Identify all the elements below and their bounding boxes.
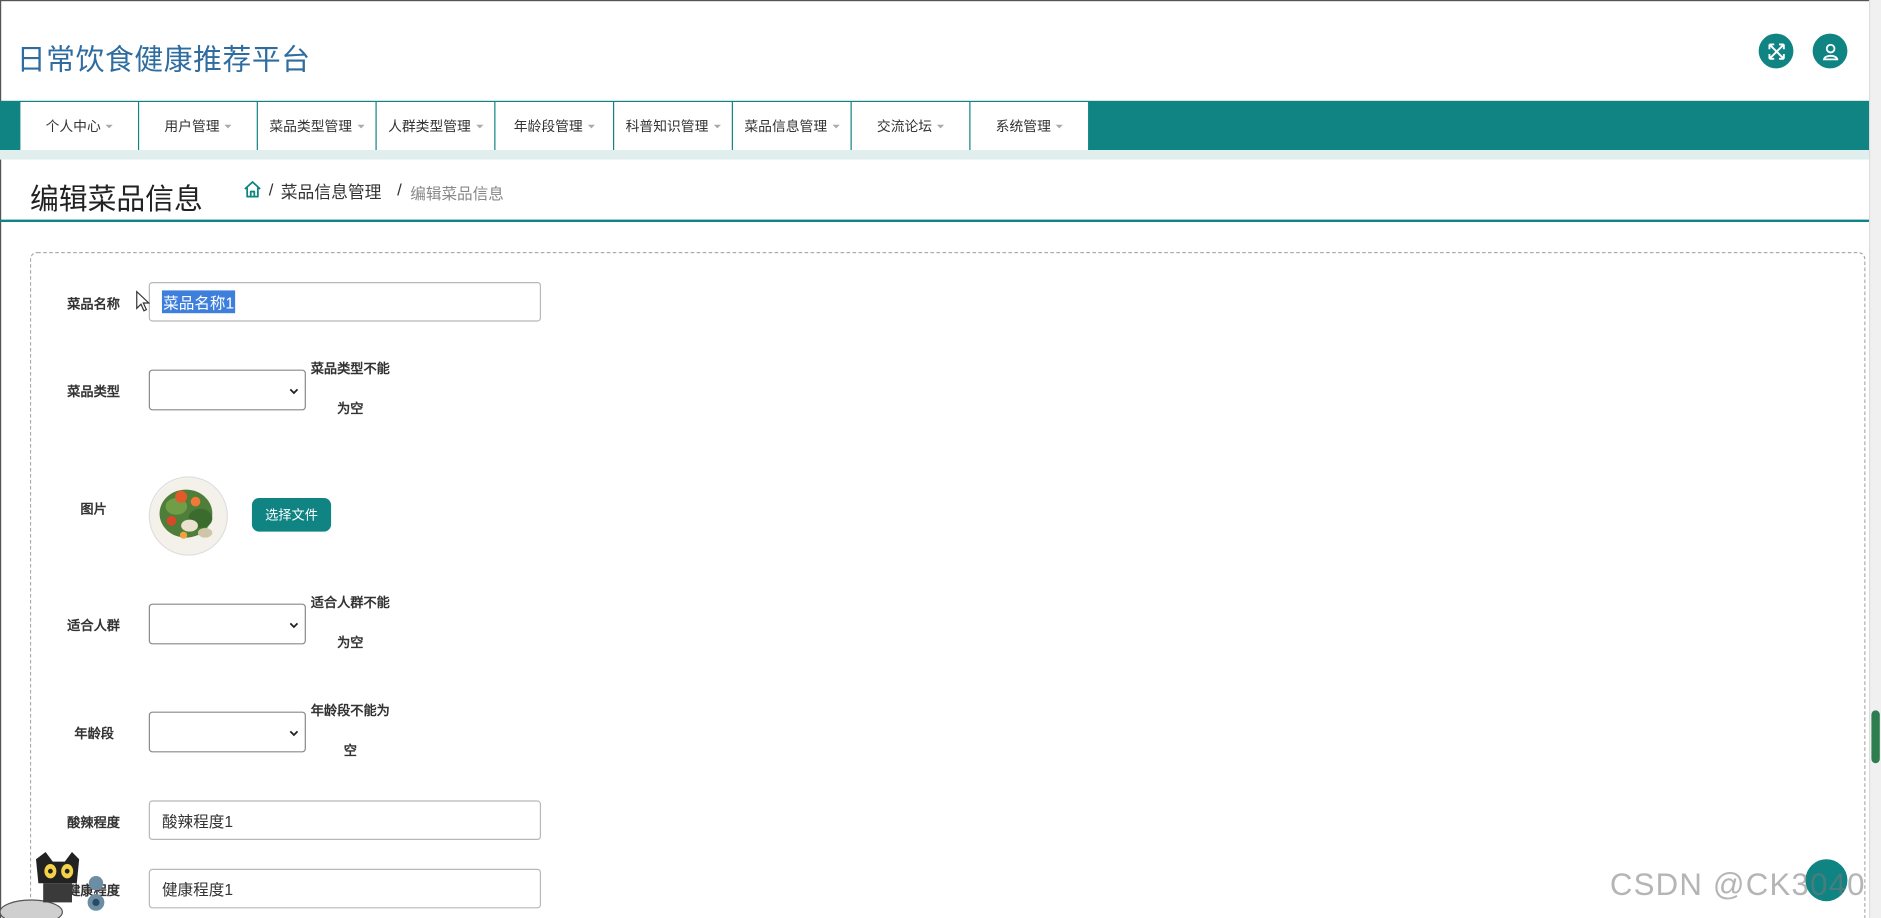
nav-label: 系统管理 [995,120,1051,135]
nav-item-system-management[interactable]: 系统管理 [970,102,1089,150]
crowd-select[interactable] [148,603,306,645]
breadcrumb-current: 编辑菜品信息 [410,184,504,203]
user-icon [1822,43,1838,60]
chevron-down-icon [289,388,299,395]
field-label-image: 图片 [80,502,107,518]
nav-item-dish-info-management[interactable]: 菜品信息管理 [732,102,851,150]
caret-down-icon [1055,124,1063,128]
scrollbar-thumb[interactable] [1871,710,1880,764]
nav-label: 人群类型管理 [388,120,471,135]
dish-type-select[interactable] [148,369,306,411]
field-label-age-group: 年龄段 [74,727,114,742]
dish-type-error-line1: 菜品类型不能 [310,362,390,377]
expand-arrows-icon [1767,42,1785,60]
salad-image [149,477,227,555]
title-divider [0,219,1870,223]
user-button[interactable] [1812,33,1848,69]
age-group-select[interactable] [148,711,306,753]
age-group-error-line1: 年龄段不能为 [310,704,390,719]
crowd-error-line1: 适合人群不能 [310,596,390,611]
nav-underline [0,150,1870,160]
caret-down-icon [936,124,945,128]
app-title: 日常饮食健康推荐平台 [16,44,311,77]
caret-down-icon [587,124,595,128]
caret-down-icon [475,124,483,128]
chevron-down-icon [289,622,299,629]
mascot-icon [0,852,105,918]
page-title: 编辑菜品信息 [29,183,203,217]
dish-name-value: 菜品名称1 [161,290,236,314]
caret-down-icon [356,124,365,128]
dish-name-input[interactable]: 菜品名称1 [148,282,542,322]
fullscreen-button[interactable] [1758,33,1794,69]
crowd-error-line2: 为空 [337,636,364,651]
chevron-down-icon [289,730,299,737]
nav-label: 菜品信息管理 [744,120,828,135]
health-level-input[interactable]: 健康程度1 [148,868,542,909]
field-label-crowd: 适合人群 [67,619,120,634]
nav-item-personal-center[interactable]: 个人中心 [20,102,138,150]
nav-label: 菜品类型管理 [269,120,353,135]
caret-down-icon [224,124,232,128]
spicy-level-input[interactable]: 酸辣程度1 [148,800,542,841]
nav-label: 科普知识管理 [625,120,709,135]
nav-item-user-management[interactable]: 用户管理 [139,102,257,150]
breadcrumb-separator: / [268,180,274,200]
dish-image-thumbnail [148,476,228,556]
nav-label: 年龄段管理 [513,120,583,135]
watermark: CSDN @CK3040 [1609,866,1866,903]
choose-file-button[interactable]: 选择文件 [251,498,332,532]
home-icon[interactable] [242,179,262,199]
nav-item-crowd-type-management[interactable]: 人群类型管理 [376,102,495,150]
caret-down-icon [713,124,721,128]
field-label-name: 菜品名称 [67,297,120,312]
health-level-value: 健康程度1 [161,880,234,899]
nav-item-knowledge-management[interactable]: 科普知识管理 [614,102,732,150]
nav-item-dish-type-management[interactable]: 菜品类型管理 [257,102,376,150]
field-label-spicy: 酸辣程度 [67,816,120,831]
nav-item-forum[interactable]: 交流论坛 [851,102,970,150]
nav-label: 交流论坛 [876,120,933,135]
nav-label: 个人中心 [45,120,101,135]
caret-down-icon [105,124,113,128]
nav-item-age-group-management[interactable]: 年龄段管理 [495,102,614,150]
age-group-error-line2: 空 [343,744,357,759]
dish-type-error-line2: 为空 [337,402,364,417]
field-label-dish-type: 菜品类型 [67,385,120,400]
caret-down-icon [831,124,840,128]
breadcrumb-parent[interactable]: 菜品信息管理 [281,180,382,204]
page: 日常饮食健康推荐平台 个人中心 用户管理 菜品类型管理 人群类型管理 年龄段管理… [0,0,1881,918]
nav-label: 用户管理 [164,120,220,135]
page-scrollbar[interactable] [1869,0,1881,918]
breadcrumb-separator: / [397,180,402,200]
mouse-cursor-icon [136,290,150,312]
spicy-level-value: 酸辣程度1 [161,812,234,831]
